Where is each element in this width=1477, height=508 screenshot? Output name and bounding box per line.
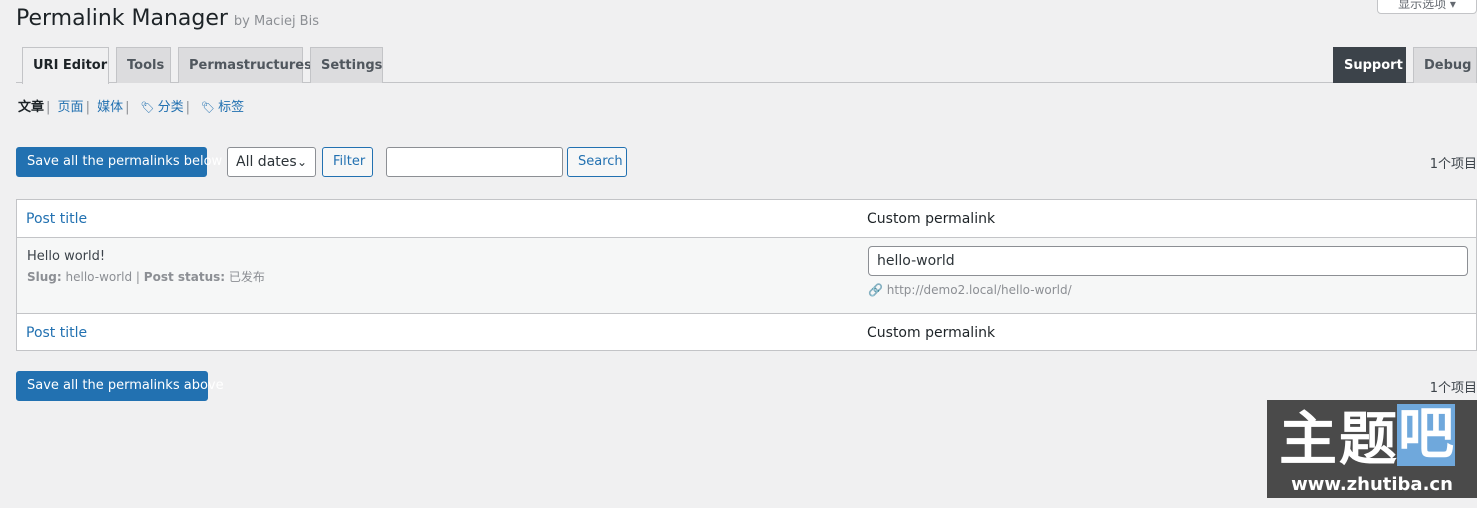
tab-debug[interactable]: Debug [1413,47,1477,83]
search-button[interactable]: Search [567,147,627,177]
slug-label: Slug: [27,270,62,284]
plugin-name: Permalink Manager [16,6,228,31]
watermark-text: 主题 [1279,405,1400,473]
post-status: 已发布 [228,270,265,284]
watermark-url: www.zhutiba.cn [1291,474,1453,495]
item-count-top: 1个项目 [1429,157,1477,172]
chevron-down-icon: ⌄ [296,155,307,169]
post-slug: hello-world [65,270,133,284]
permalink-url[interactable]: http://demo2.local/hello-world/ [887,283,1072,297]
screen-options-button[interactable]: 显示选项 ▾ [1377,0,1477,14]
date-filter-value: All dates [236,154,297,170]
permalinks-table: Post title Custom permalink Hello world!… [16,199,1477,351]
tab-permastructures[interactable]: Permastructures [178,47,312,83]
custom-permalink-input[interactable]: hello-world [868,246,1468,276]
table-row: Hello world! Slug: hello-world | Post st… [17,237,1476,314]
filter-button[interactable]: Filter [322,147,373,177]
tag-icon: 🏷 [201,101,216,114]
save-below-button[interactable]: Save all the permalinks below [16,147,222,177]
status-label: Post status: [143,270,226,284]
watermark-logo: 主题 吧 www.zhutiba.cn [1267,400,1477,498]
tab-tools[interactable]: Tools [116,47,171,83]
content-type-nav: 文章 | 页面 | 媒体 | 🏷 分类 | 🏷 标签 [18,96,244,115]
subnav-separator: | [185,100,191,115]
item-count-bottom: 1个项目 [1429,381,1477,396]
subnav-separator: | [46,100,51,115]
column-footer-custom-permalink: Custom permalink [867,325,996,341]
page-title: Permalink Manager by Maciej Bis [16,6,319,31]
column-header-custom-permalink: Custom permalink [867,211,996,227]
tab-settings[interactable]: Settings [310,47,383,83]
tab-uri-editor[interactable]: URI Editor [22,47,109,84]
subnav-posts[interactable]: 文章 [18,100,44,115]
subnav-pages[interactable]: 页面 [58,100,84,115]
subnav-separator: | [125,100,130,115]
tag-icon: 🏷 [140,101,155,114]
column-footer-post-title[interactable]: Post title [26,325,87,341]
post-meta: Slug: hello-world | Post status: 已发布 [27,270,265,284]
column-header-post-title[interactable]: Post title [26,211,87,227]
post-title: Hello world! [27,249,106,264]
plugin-author: by Maciej Bis [233,14,319,29]
date-filter-select[interactable]: All dates ⌄ [227,147,316,177]
permalink-preview: 🔗 http://demo2.local/hello-world/ [868,283,1072,297]
tab-support[interactable]: Support [1333,47,1406,83]
subnav-categories[interactable]: 分类 [158,100,184,115]
search-input[interactable] [386,147,563,177]
subnav-media[interactable]: 媒体 [97,100,123,115]
subnav-tags[interactable]: 标签 [218,100,244,115]
link-icon: 🔗 [868,283,883,297]
subnav-separator: | [85,100,90,115]
save-above-button[interactable]: Save all the permalinks above [16,371,224,401]
watermark-box: 吧 [1397,404,1455,466]
watermark-box-text: 吧 [1398,402,1454,467]
